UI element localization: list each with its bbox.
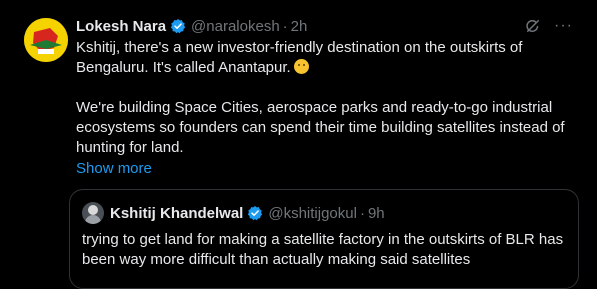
- tweet-header: Lokesh Nara @naralokesh · 2h ···: [76, 16, 577, 36]
- tweet-text: Kshitij, there's a new investor-friendly…: [76, 38, 581, 179]
- author-name[interactable]: Lokesh Nara: [76, 18, 166, 35]
- quoted-tweet[interactable]: Kshitij Khandelwal @kshitijgokul · 9h tr…: [69, 189, 579, 289]
- grok-icon[interactable]: [524, 17, 542, 35]
- quoted-tweet-text: trying to get land for making a satellit…: [82, 230, 567, 270]
- author-avatar[interactable]: [24, 18, 68, 62]
- tweet-timestamp[interactable]: 2h: [291, 18, 308, 35]
- quoted-tweet-paragraph: trying to get land for making a satellit…: [82, 231, 564, 268]
- party-logo-icon: [24, 18, 68, 62]
- verified-badge-icon: [170, 19, 186, 34]
- quoted-author-avatar[interactable]: [82, 202, 104, 224]
- separator-dot: ·: [282, 17, 288, 35]
- smiling-emoji-icon: [293, 59, 309, 74]
- tweet-card[interactable]: Lokesh Nara @naralokesh · 2h ··· Kshitij…: [0, 0, 597, 289]
- quoted-tweet-timestamp[interactable]: 9h: [368, 205, 385, 222]
- show-more-link[interactable]: Show more: [76, 159, 581, 179]
- more-options-icon[interactable]: ···: [554, 17, 573, 35]
- quoted-author-handle[interactable]: @kshitijgokul: [268, 205, 357, 222]
- separator-dot: ·: [359, 204, 365, 222]
- tweet-paragraph-2: We're building Space Cities, aerospace p…: [76, 99, 565, 156]
- tweet-paragraph-1: Kshitij, there's a new investor-friendly…: [76, 39, 523, 76]
- verified-badge-icon: [248, 206, 263, 221]
- quoted-tweet-header: Kshitij Khandelwal @kshitijgokul · 9h: [82, 202, 385, 224]
- author-handle[interactable]: @naralokesh: [191, 18, 280, 35]
- quoted-author-name[interactable]: Kshitij Khandelwal: [110, 205, 243, 222]
